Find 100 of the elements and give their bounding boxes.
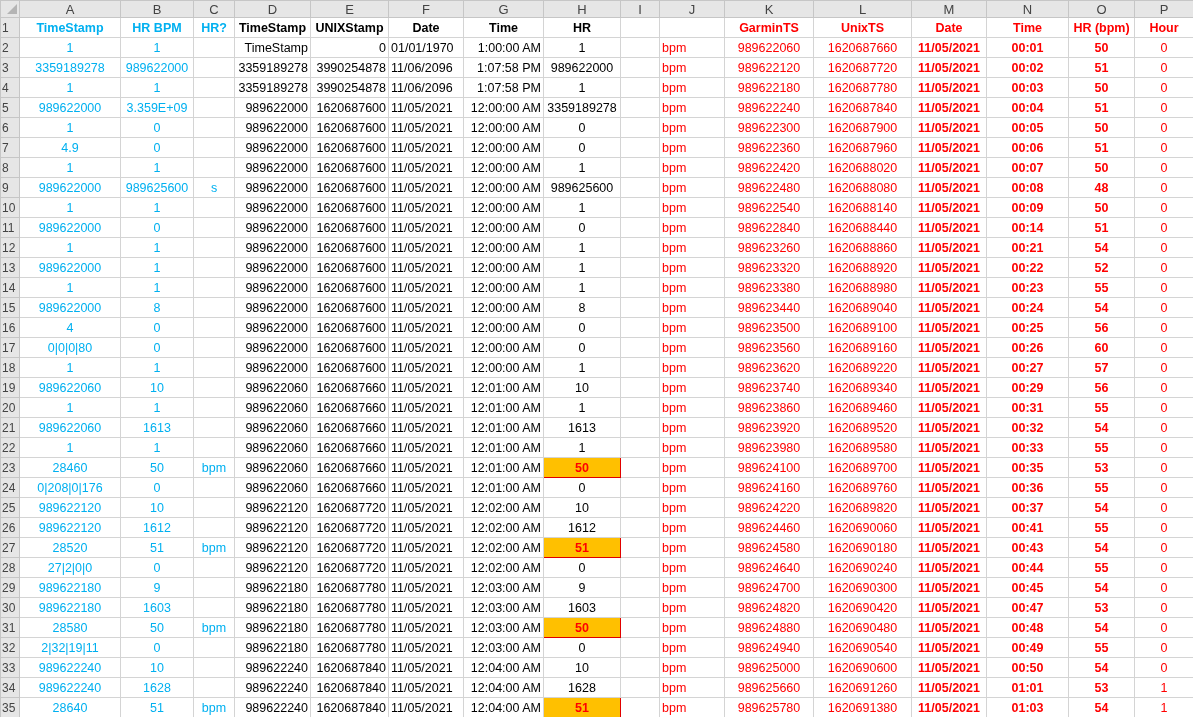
column-header[interactable]: O bbox=[1068, 0, 1135, 18]
table-cell: 54 bbox=[1068, 237, 1135, 258]
table-cell: 989623500 bbox=[724, 317, 814, 338]
column-header[interactable]: N bbox=[986, 0, 1069, 18]
table-cell: 989622120 bbox=[234, 557, 311, 578]
table-cell: 56 bbox=[1068, 377, 1135, 398]
column-header[interactable]: P bbox=[1134, 0, 1193, 18]
table-cell: 12:01:00 AM bbox=[463, 377, 544, 398]
column-header[interactable]: G bbox=[463, 0, 544, 18]
table-cell: 1620687960 bbox=[813, 137, 912, 158]
table-cell: 989622060 bbox=[19, 377, 121, 398]
table-cell: 989622000 bbox=[234, 357, 311, 378]
table-cell: 00:23 bbox=[986, 277, 1069, 298]
table-cell: bpm bbox=[659, 37, 725, 58]
table-cell: 989622120 bbox=[234, 517, 311, 538]
header-cell: HR (bpm) bbox=[1068, 17, 1135, 38]
table-cell: 54 bbox=[1068, 537, 1135, 558]
table-cell: 11/06/2096 bbox=[388, 77, 464, 98]
table-cell: 989622120 bbox=[19, 497, 121, 518]
table-cell: 1620687660 bbox=[310, 477, 389, 498]
table-cell: 989624100 bbox=[724, 457, 814, 478]
table-cell: 1 bbox=[19, 277, 121, 298]
table-cell: 989622000 bbox=[19, 97, 121, 118]
table-cell: 1620687600 bbox=[310, 297, 389, 318]
table-cell: 12:00:00 AM bbox=[463, 157, 544, 178]
table-cell: 1620687840 bbox=[813, 97, 912, 118]
table-cell: 989622000 bbox=[234, 317, 311, 338]
table-cell: 00:50 bbox=[986, 657, 1069, 678]
column-header[interactable]: K bbox=[724, 0, 814, 18]
table-cell: 1620688860 bbox=[813, 237, 912, 258]
table-cell: 989622120 bbox=[724, 57, 814, 78]
table-cell: 1 bbox=[120, 357, 194, 378]
table-cell: 989622300 bbox=[724, 117, 814, 138]
column-header[interactable]: M bbox=[911, 0, 987, 18]
table-cell: 8 bbox=[120, 297, 194, 318]
table-cell: 11/05/2021 bbox=[911, 257, 987, 278]
table-cell: 0 bbox=[543, 337, 621, 358]
table-cell: 11/05/2021 bbox=[911, 657, 987, 678]
table-cell: 989622000 bbox=[234, 197, 311, 218]
table-cell: 12:00:00 AM bbox=[463, 277, 544, 298]
table-cell: 12:02:00 AM bbox=[463, 537, 544, 558]
table-cell: 0|0|0|80 bbox=[19, 337, 121, 358]
table-cell: 55 bbox=[1068, 437, 1135, 458]
table-cell: bpm bbox=[659, 97, 725, 118]
table-cell: 1 bbox=[543, 257, 621, 278]
table-cell: 55 bbox=[1068, 477, 1135, 498]
column-header[interactable]: E bbox=[310, 0, 389, 18]
table-cell: 989622240 bbox=[234, 677, 311, 698]
table-cell: 11/05/2021 bbox=[911, 177, 987, 198]
column-header[interactable]: A bbox=[19, 0, 121, 18]
table-cell: 55 bbox=[1068, 277, 1135, 298]
table-cell: 11/05/2021 bbox=[911, 237, 987, 258]
table-cell: 989622060 bbox=[724, 37, 814, 58]
table-cell: 1620689340 bbox=[813, 377, 912, 398]
column-header[interactable]: C bbox=[193, 0, 235, 18]
table-cell: 12:02:00 AM bbox=[463, 497, 544, 518]
table-cell: 1620690540 bbox=[813, 637, 912, 658]
table-cell: 00:43 bbox=[986, 537, 1069, 558]
table-cell: 11/05/2021 bbox=[388, 377, 464, 398]
table-cell: 989622180 bbox=[234, 637, 311, 658]
table-cell: 12:00:00 AM bbox=[463, 257, 544, 278]
table-cell: 1:00:00 AM bbox=[463, 37, 544, 58]
table-cell: 989622000 bbox=[234, 157, 311, 178]
table-cell: 00:25 bbox=[986, 317, 1069, 338]
table-cell: 1 bbox=[543, 357, 621, 378]
table-cell: bpm bbox=[659, 317, 725, 338]
table-cell: 00:22 bbox=[986, 257, 1069, 278]
table-cell: 989623740 bbox=[724, 377, 814, 398]
column-header[interactable]: B bbox=[120, 0, 194, 18]
table-cell: bpm bbox=[659, 657, 725, 678]
column-header[interactable]: J bbox=[659, 0, 725, 18]
table-cell: bpm bbox=[659, 237, 725, 258]
table-cell: bpm bbox=[659, 217, 725, 238]
table-cell: 12:03:00 AM bbox=[463, 637, 544, 658]
table-cell: 0 bbox=[543, 217, 621, 238]
table-cell: 989623620 bbox=[724, 357, 814, 378]
column-header[interactable]: D bbox=[234, 0, 311, 18]
table-cell: 12:02:00 AM bbox=[463, 557, 544, 578]
table-cell: 50 bbox=[1068, 157, 1135, 178]
table-cell: 11/05/2021 bbox=[388, 457, 464, 478]
column-header[interactable]: H bbox=[543, 0, 621, 18]
table-cell: 989622000 bbox=[234, 117, 311, 138]
table-cell: 1620688440 bbox=[813, 217, 912, 238]
table-cell: 1620689220 bbox=[813, 357, 912, 378]
table-cell: 12:01:00 AM bbox=[463, 477, 544, 498]
table-cell: bpm bbox=[659, 257, 725, 278]
table-cell: 53 bbox=[1068, 677, 1135, 698]
column-header[interactable]: I bbox=[620, 0, 660, 18]
column-header[interactable]: L bbox=[813, 0, 912, 18]
table-cell: 60 bbox=[1068, 337, 1135, 358]
table-cell: bpm bbox=[659, 177, 725, 198]
column-header[interactable]: F bbox=[388, 0, 464, 18]
table-cell: 1 bbox=[543, 437, 621, 458]
table-cell: 989622840 bbox=[724, 217, 814, 238]
table-cell: 989622540 bbox=[724, 197, 814, 218]
select-all-icon[interactable] bbox=[7, 4, 17, 14]
table-cell: bpm bbox=[659, 497, 725, 518]
table-cell: 27|2|0|0 bbox=[19, 557, 121, 578]
header-cell: HR? bbox=[193, 17, 235, 38]
table-cell: 00:27 bbox=[986, 357, 1069, 378]
